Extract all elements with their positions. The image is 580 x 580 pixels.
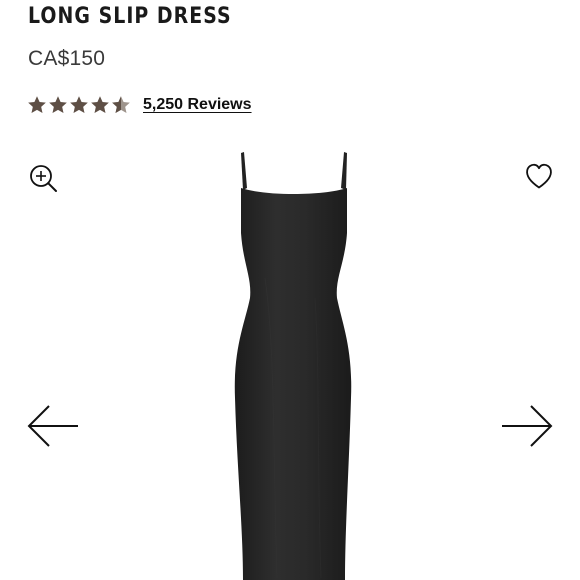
zoom-in-icon[interactable] [28,163,58,193]
star-icon [91,96,109,113]
reviews-link[interactable]: 5,250 Reviews [143,96,252,114]
star-icon [70,96,88,113]
product-price: CA$150 [28,47,106,70]
rating-summary: 5,250 Reviews [27,93,252,117]
arrow-right-icon[interactable] [498,403,554,449]
rating-stars [27,95,131,115]
star-icon [49,96,67,113]
star-icon [28,96,46,113]
heart-icon[interactable] [524,161,554,191]
half-star-icon [112,96,130,114]
product-title: LONG SLIP DRESS [28,4,232,29]
product-image [234,152,352,580]
arrow-left-icon[interactable] [26,403,82,449]
